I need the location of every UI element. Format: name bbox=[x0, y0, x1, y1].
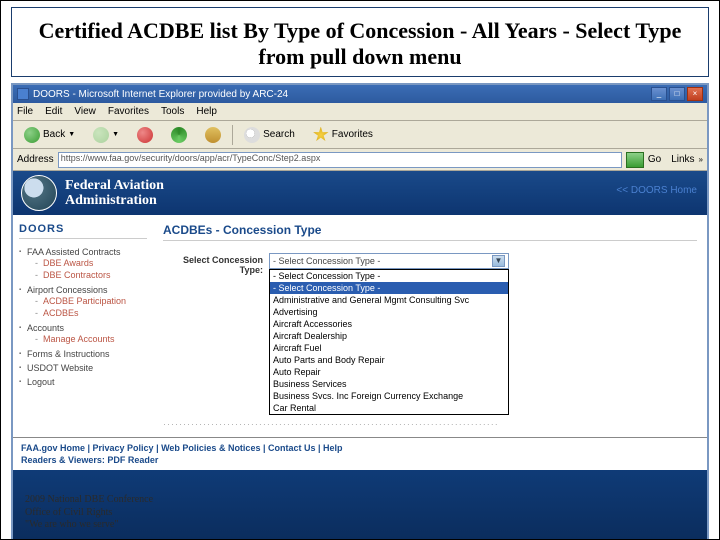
favorites-button[interactable]: Favorites bbox=[306, 124, 380, 146]
back-button[interactable]: Back ▼ bbox=[17, 124, 82, 146]
faa-seal-icon bbox=[21, 175, 57, 211]
sidebar-item[interactable]: USDOT Website bbox=[19, 361, 147, 375]
home-icon bbox=[205, 127, 221, 143]
favorites-icon bbox=[313, 127, 329, 143]
menu-help[interactable]: Help bbox=[196, 106, 217, 117]
dropdown-option[interactable]: Advertising bbox=[270, 306, 508, 318]
forward-icon bbox=[93, 127, 109, 143]
dropdown-option[interactable]: Car Rental bbox=[270, 402, 508, 414]
sidebar-item[interactable]: FAA Assisted ContractsDBE AwardsDBE Cont… bbox=[19, 245, 147, 283]
back-icon bbox=[24, 127, 40, 143]
select-label: Select Concession Type: bbox=[163, 253, 263, 275]
menu-file[interactable]: File bbox=[17, 106, 33, 117]
stop-button[interactable] bbox=[130, 124, 160, 146]
dropdown-option[interactable]: Auto Repair bbox=[270, 366, 508, 378]
sidebar-subitem[interactable]: Manage Accounts bbox=[35, 333, 147, 345]
main-panel: ACDBEs - Concession Type Select Concessi… bbox=[153, 215, 707, 437]
sidebar-item[interactable]: Forms & Instructions bbox=[19, 347, 147, 361]
address-input[interactable]: https://www.faa.gov/security/doors/app/a… bbox=[58, 152, 622, 168]
agency-title: Federal Aviation Administration bbox=[65, 178, 164, 209]
main-title: ACDBEs - Concession Type bbox=[163, 223, 697, 241]
window-titlebar: DOORS - Microsoft Internet Explorer prov… bbox=[13, 85, 707, 103]
home-button[interactable] bbox=[198, 124, 228, 146]
address-label: Address bbox=[17, 154, 54, 165]
page-content: Federal Aviation Administration << DOORS… bbox=[13, 171, 707, 540]
close-button[interactable]: × bbox=[687, 87, 703, 101]
sidebar-subitem[interactable]: DBE Awards bbox=[35, 257, 147, 269]
refresh-button[interactable] bbox=[164, 124, 194, 146]
menu-edit[interactable]: Edit bbox=[45, 106, 62, 117]
browser-window: DOORS - Microsoft Internet Explorer prov… bbox=[11, 83, 709, 540]
sidebar-title: DOORS bbox=[19, 223, 147, 239]
sidebar-subitem[interactable]: ACDBEs bbox=[35, 307, 147, 319]
address-bar: Address https://www.faa.gov/security/doo… bbox=[13, 149, 707, 171]
select-current-value: - Select Concession Type - bbox=[273, 256, 380, 266]
concession-type-dropdown[interactable]: - Select Concession Type -- Select Conce… bbox=[269, 269, 509, 415]
sidebar-item[interactable]: Airport ConcessionsACDBE ParticipationAC… bbox=[19, 283, 147, 321]
footer-banner: 2009 National DBE Conference Office of C… bbox=[13, 470, 707, 540]
concession-type-select[interactable]: - Select Concession Type - ▼ bbox=[269, 253, 509, 269]
chevron-down-icon: ▼ bbox=[492, 255, 505, 267]
search-button[interactable]: Search bbox=[237, 124, 302, 146]
go-button[interactable] bbox=[626, 152, 644, 168]
dropdown-option[interactable]: - Select Concession Type - bbox=[270, 282, 508, 294]
toolbar: Back ▼ ▼ Search Favorites bbox=[13, 121, 707, 149]
sidebar-item[interactable]: Logout bbox=[19, 375, 147, 389]
dropdown-option[interactable]: Aircraft Dealership bbox=[270, 330, 508, 342]
minimize-button[interactable]: _ bbox=[651, 87, 667, 101]
slide-title: Certified ACDBE list By Type of Concessi… bbox=[11, 7, 709, 77]
menu-favorites[interactable]: Favorites bbox=[108, 106, 149, 117]
stop-icon bbox=[137, 127, 153, 143]
refresh-icon bbox=[171, 127, 187, 143]
dropdown-option[interactable]: Auto Parts and Body Repair bbox=[270, 354, 508, 366]
sidebar-subitem[interactable]: DBE Contractors bbox=[35, 269, 147, 281]
window-title: DOORS - Microsoft Internet Explorer prov… bbox=[33, 89, 651, 100]
menu-bar: File Edit View Favorites Tools Help bbox=[13, 103, 707, 121]
divider-dots: ········································… bbox=[163, 419, 697, 429]
dropdown-option[interactable]: Aircraft Accessories bbox=[270, 318, 508, 330]
app-header: Federal Aviation Administration << DOORS… bbox=[13, 171, 707, 215]
doors-home-link[interactable]: << DOORS Home bbox=[616, 185, 697, 196]
go-label: Go bbox=[648, 154, 661, 165]
search-icon bbox=[244, 127, 260, 143]
window-app-icon bbox=[17, 88, 29, 100]
links-label[interactable]: Links bbox=[671, 154, 694, 165]
slide-footnote: 2009 National DBE Conference Office of C… bbox=[25, 494, 153, 532]
menu-tools[interactable]: Tools bbox=[161, 106, 184, 117]
sidebar-item[interactable]: AccountsManage Accounts bbox=[19, 321, 147, 347]
dropdown-option[interactable]: Administrative and General Mgmt Consulti… bbox=[270, 294, 508, 306]
menu-view[interactable]: View bbox=[74, 106, 96, 117]
dropdown-option[interactable]: Business Services bbox=[270, 378, 508, 390]
dropdown-option[interactable]: Business Svcs. Inc Foreign Currency Exch… bbox=[270, 390, 508, 402]
footer-row-2[interactable]: Readers & Viewers: PDF Reader bbox=[21, 454, 699, 466]
footer-links: FAA.gov Home | Privacy Policy | Web Poli… bbox=[13, 437, 707, 470]
dropdown-option[interactable]: - Select Concession Type - bbox=[270, 270, 508, 282]
sidebar-subitem[interactable]: ACDBE Participation bbox=[35, 295, 147, 307]
footer-row-1[interactable]: FAA.gov Home | Privacy Policy | Web Poli… bbox=[21, 442, 699, 454]
forward-button[interactable]: ▼ bbox=[86, 124, 126, 146]
maximize-button[interactable]: □ bbox=[669, 87, 685, 101]
sidebar: DOORS FAA Assisted ContractsDBE AwardsDB… bbox=[13, 215, 153, 437]
dropdown-option[interactable]: Aircraft Fuel bbox=[270, 342, 508, 354]
